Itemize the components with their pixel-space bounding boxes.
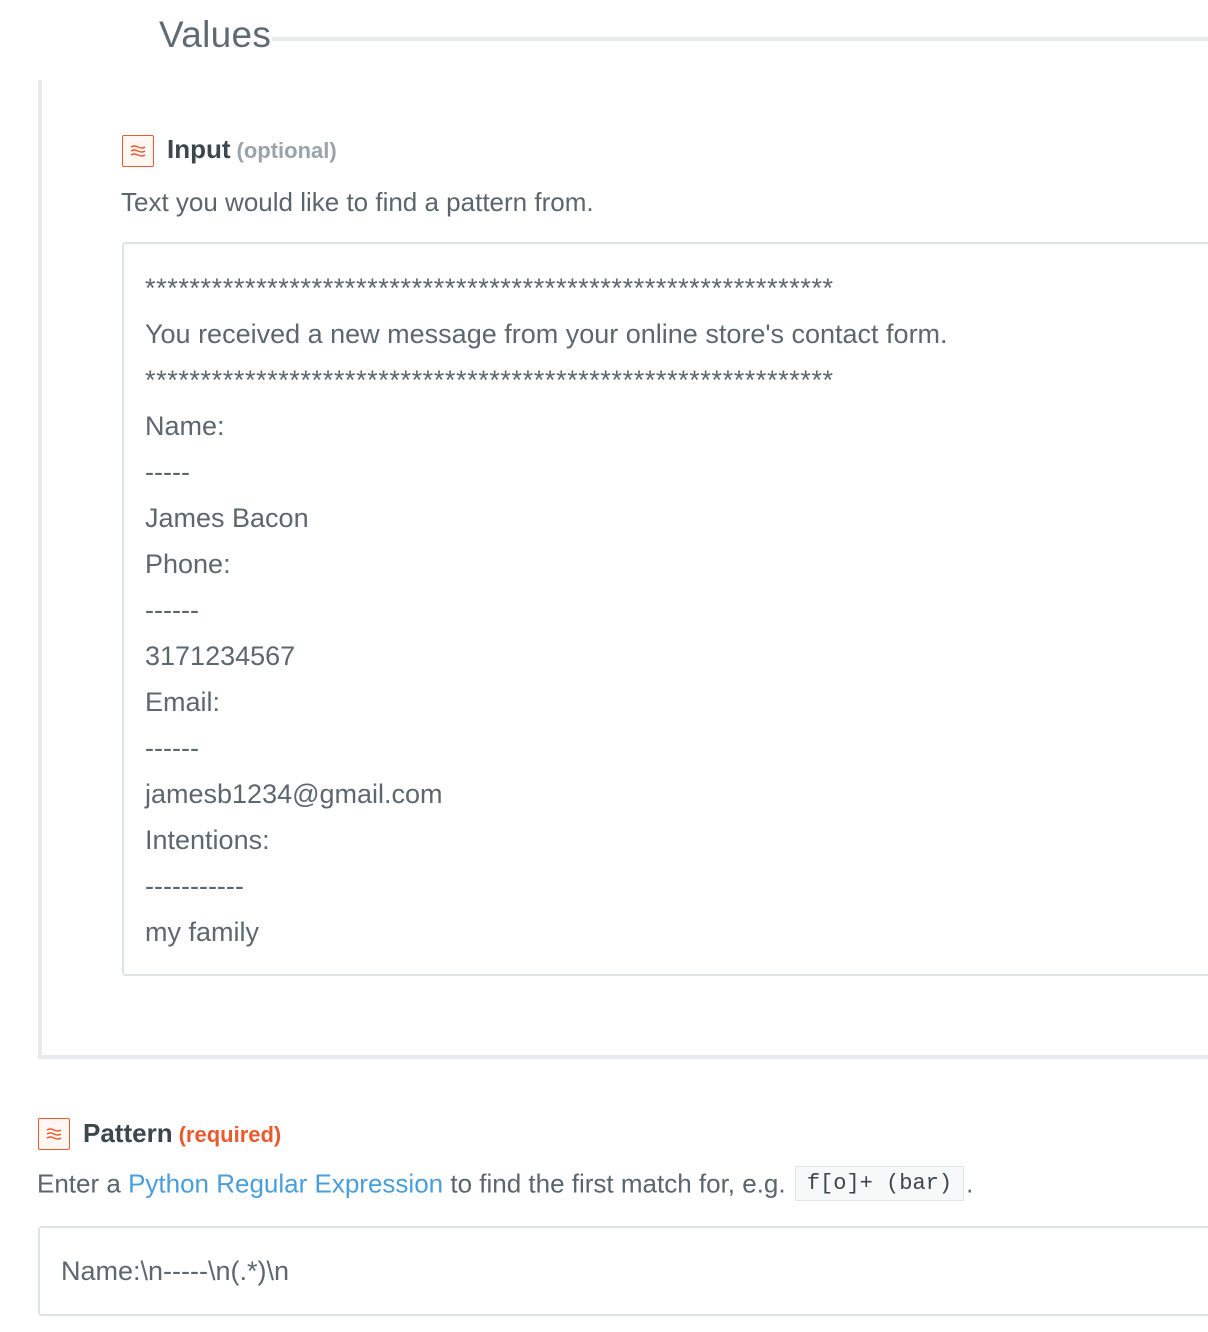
formatter-icon bbox=[122, 135, 154, 167]
pattern-input[interactable]: Name:\n-----\n(.*)\n bbox=[38, 1226, 1208, 1316]
input-field-label: Input (optional) bbox=[167, 134, 337, 165]
pattern-help-middle: to find the first match for, e.g. bbox=[443, 1168, 793, 1199]
input-help-text: Text you would like to find a pattern fr… bbox=[121, 187, 594, 217]
textarea-line: ****************************************… bbox=[145, 273, 834, 303]
python-regex-link[interactable]: Python Regular Expression bbox=[128, 1168, 443, 1198]
textarea-line: ----------- bbox=[145, 871, 244, 901]
textarea-line: my family bbox=[145, 917, 259, 947]
values-legend: Values bbox=[38, 0, 272, 80]
textarea-line: ----- bbox=[145, 457, 190, 487]
input-textarea[interactable]: ****************************************… bbox=[122, 242, 1208, 976]
pattern-label-text: Pattern bbox=[83, 1118, 173, 1148]
textarea-line: Email: bbox=[145, 687, 221, 717]
pattern-help-prefix: Enter a bbox=[37, 1168, 129, 1199]
pattern-help-suffix: . bbox=[966, 1168, 974, 1199]
pattern-field-label: Pattern (required) bbox=[83, 1118, 281, 1149]
formatter-icon bbox=[38, 1118, 70, 1150]
example-code: f[o]+ (bar) bbox=[794, 1166, 965, 1201]
values-legend-text: Values bbox=[159, 14, 272, 55]
required-tag: (required) bbox=[178, 1122, 282, 1147]
textarea-line: You received a new message from your onl… bbox=[145, 319, 948, 349]
optional-tag: (optional) bbox=[236, 138, 337, 163]
textarea-line: Name: bbox=[145, 411, 225, 441]
textarea-line: jamesb1234@gmail.com bbox=[145, 779, 443, 809]
textarea-line: Phone: bbox=[145, 549, 231, 579]
textarea-line: 3171234567 bbox=[145, 641, 296, 671]
textarea-line: ****************************************… bbox=[145, 365, 834, 395]
textarea-line: ------ bbox=[145, 733, 199, 763]
pattern-help-text: Enter a Python Regular Expression to fin… bbox=[37, 1166, 974, 1203]
textarea-line: James Bacon bbox=[145, 503, 309, 533]
textarea-line: Intentions: bbox=[145, 825, 270, 855]
input-label-text: Input bbox=[167, 134, 231, 164]
textarea-line: ------ bbox=[145, 595, 199, 625]
